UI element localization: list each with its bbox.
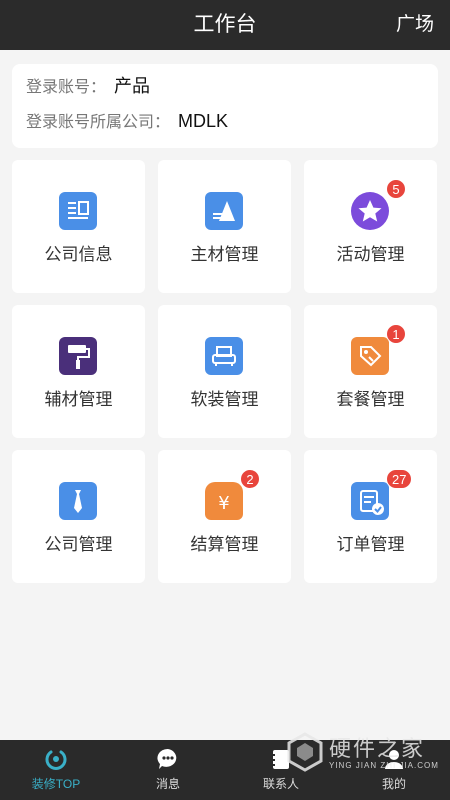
company-row: 登录账号所属公司： MDLK [26,109,228,133]
tab-label: 联系人 [262,777,299,791]
card-label: 公司信息 [44,245,113,264]
company-label: 登录账号所属公司： [26,114,171,131]
company-info-card[interactable]: 公司信息 [12,160,145,293]
package-management-card[interactable]: 1 套餐管理 [304,305,437,438]
tab-label: 消息 [155,777,180,791]
home-ring-icon [45,750,67,770]
card-label: 活动管理 [336,245,405,264]
svg-text:¥: ¥ [218,493,229,514]
tab-label: 我的 [381,777,406,791]
star-icon [351,192,389,230]
paint-roller-icon [59,337,97,375]
auxiliary-materials-card[interactable]: 辅材管理 [12,305,145,438]
watermark-logo-icon [287,732,323,772]
watermark-title: 硬件之家 [329,736,426,761]
card-label: 套餐管理 [336,390,405,409]
tab-home[interactable]: 装修TOP [0,740,112,800]
activity-management-card[interactable]: 5 活动管理 [304,160,437,293]
settlement-management-card[interactable]: ¥ 2 结算管理 [158,450,291,583]
card-label: 公司管理 [44,535,113,554]
tab-messages[interactable]: 消息 [112,740,224,800]
username-row: 登录账号： 产品 [26,74,150,98]
main-materials-card[interactable]: 主材管理 [158,160,291,293]
username-label: 登录账号： [26,79,107,96]
price-tag-icon [351,337,389,375]
money-bag-icon: ¥ [205,482,243,520]
company-value: MDLK [178,111,229,131]
square-link[interactable]: 广场 [396,0,434,50]
sofa-icon [205,337,243,375]
settlement-badge: 2 [240,469,260,489]
materials-icon [205,192,243,230]
card-label: 结算管理 [190,535,259,554]
top-bar: 工作台 广场 [0,0,450,50]
order-icon [351,482,389,520]
username-value: 产品 [114,76,151,96]
watermark-subtitle: YING JIAN ZHI JIA.COM [329,761,439,770]
tie-icon [59,482,97,520]
soft-furnishing-card[interactable]: 软装管理 [158,305,291,438]
account-info-panel: 登录账号： 产品 登录账号所属公司： MDLK [12,64,438,148]
activity-badge: 5 [386,179,406,199]
document-icon [59,192,97,230]
order-management-card[interactable]: 27 订单管理 [304,450,437,583]
card-label: 主材管理 [190,245,259,264]
card-label: 辅材管理 [44,390,113,409]
watermark: 硬件之家 YING JIAN ZHI JIA.COM [285,729,445,775]
order-badge: 27 [386,469,413,489]
tab-label: 装修TOP [31,777,81,791]
package-badge: 1 [386,324,406,344]
company-management-card[interactable]: 公司管理 [12,450,145,583]
page-title: 工作台 [193,13,257,36]
card-label: 软装管理 [190,390,259,409]
card-label: 订单管理 [336,535,405,554]
message-icon [157,748,177,769]
